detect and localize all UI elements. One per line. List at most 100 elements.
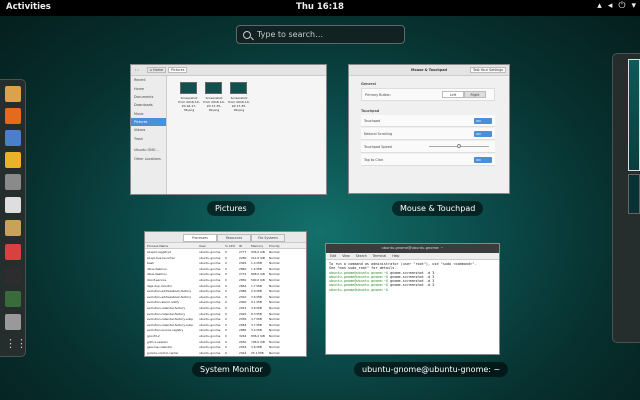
table-cell: Normal [269,250,280,254]
table-cell: 3.6 MiB [251,294,262,299]
files-path-label[interactable]: Pictures [168,67,188,73]
sidebar-item[interactable]: Music [131,110,166,118]
table-cell: ubuntu-gnome [199,334,221,338]
file-thumbnail[interactable] [180,82,197,94]
workspace-1[interactable] [628,59,640,171]
table-cell: ubuntu-gnome [199,350,221,355]
table-cell: 2885 [239,328,247,333]
touchpad-heading: Touchpad [361,109,380,113]
table-cell: ubuntu-gnome [199,300,221,305]
sysmon-tabs: Processes Resources File Systems [183,234,285,242]
table-cell: evolution-calendar-factory [147,306,186,310]
table-cell: dconf-service [147,278,167,282]
show-apps-icon[interactable]: ⋮⋮ [5,337,27,353]
software-icon[interactable] [5,220,21,236]
table-cell: 2.9 MiB [251,289,262,294]
table-cell: ubuntu-gnome [199,272,221,277]
terminal-window[interactable]: ubuntu-gnome@ubuntu-gnome: ~ Edit View Sea… [325,243,500,355]
sidebar-item[interactable]: Pictures [131,117,166,127]
sidebar-item[interactable]: Trash [131,135,166,143]
search-input[interactable]: Type to search… [236,25,405,44]
setting-label: Natural Scrolling [364,131,393,136]
sidebar-item[interactable]: Recent [131,76,166,84]
primary-left-button[interactable]: Left [442,91,464,98]
primary-right-button[interactable]: Right [464,91,486,98]
sysmon-columns: Process Name User % CPU ID Memory Priority [145,243,306,249]
sidebar-item[interactable]: Other Locations [131,154,166,162]
file-thumbnail[interactable] [205,82,222,94]
tweak-tool-icon[interactable] [5,314,21,330]
menu-item[interactable]: Edit [330,254,336,258]
table-cell: gconfd-2 [147,334,160,338]
files-path-home[interactable]: ⌂ Home [146,67,167,73]
table-cell: ubuntu-gnome [199,322,221,327]
table-row[interactable]: gnome-control-center ubuntu-gnome 0 2924 25.… [145,350,306,356]
slider-knob[interactable] [457,144,461,148]
column-header[interactable]: ID [239,244,242,248]
column-header[interactable]: User [199,244,206,248]
test-settings-button[interactable]: Test Your Settings [470,67,506,73]
table-cell: ubuntu-gnome [199,294,221,299]
writer-icon[interactable] [5,197,21,213]
table-cell: 3.6 MiB [251,345,262,350]
touchpad-setting-row: Touchpad ON [361,115,495,127]
menu-item[interactable]: Search [356,254,367,258]
table-cell: 796.0 KiB [251,339,265,344]
sidebar-item[interactable]: Documents [131,93,166,101]
user-icon[interactable] [5,86,21,102]
table-cell: ubuntu-gnome [199,266,221,271]
tab-processes[interactable]: Processes [183,234,217,242]
mouse-window-caption: Mouse & Touchpad [392,201,484,216]
system-monitor-icon[interactable] [5,291,21,307]
toggle-switch[interactable]: ON [474,130,492,137]
system-monitor-window[interactable]: Processes Resources File Systems Process N… [144,231,307,357]
file-label: Screenshot from 2016-10-20 16-17-36.png [178,96,200,112]
rhythmbox-icon[interactable] [5,152,21,168]
column-header[interactable]: Priority [269,244,280,248]
files-window[interactable]: ‹ › ⌂ Home Pictures Recent Home Documents D… [130,64,327,195]
firefox-icon[interactable] [5,108,21,124]
tab-resources[interactable]: Resources [217,234,251,242]
workspace-switcher [612,53,640,343]
column-header[interactable]: Memory [251,244,263,248]
table-cell: Normal [269,350,280,355]
toggle-switch[interactable]: ON [474,117,492,124]
back-icon[interactable]: ‹ › [135,68,139,72]
thunderbird-icon[interactable] [5,130,21,146]
sidebar-item[interactable]: Videos [131,126,166,134]
table-cell: 1.7 MiB [251,283,262,288]
sidebar-item[interactable]: Downloads [131,101,166,109]
file-thumbnail[interactable] [230,82,247,94]
clock[interactable]: Thu 16:18 [0,2,640,12]
column-header[interactable]: % CPU [225,244,235,248]
menu-item[interactable]: View [342,254,350,258]
table-cell: Normal [269,300,280,305]
files-icon[interactable] [5,174,21,190]
table-cell: 0 [225,334,227,338]
terminal-body[interactable]: To run a command as administrator (user … [326,260,499,354]
table-cell: 2650 [239,339,247,344]
menu-item[interactable]: Terminal [373,254,386,258]
table-cell: 836.0 KiB [251,334,265,338]
column-header[interactable]: Process Name [147,244,168,248]
table-cell: 0 [225,311,227,316]
setting-label: Tap to Click [364,157,384,162]
table-cell: Normal [269,322,280,327]
table-cell: Normal [269,283,280,288]
sidebar-item[interactable]: Ubuntu GNO… [131,146,166,154]
toggle-switch[interactable]: ON [474,156,492,163]
workspace-2[interactable] [628,174,640,214]
mouse-touchpad-window[interactable]: Mouse & Touchpad Test Your Settings Gene… [348,64,510,194]
tab-file-systems[interactable]: File Systems [251,234,285,242]
files-window-caption: Pictures [207,201,255,216]
system-tray[interactable]: ▴ ◂ ⏻ ▾ [597,1,636,11]
sidebar-item[interactable]: Home [131,84,166,92]
table-cell: 2774 [239,272,247,277]
menu-item[interactable]: Help [392,254,399,258]
table-cell: ubuntu-gnome [199,317,221,322]
table-cell: geoclue-calendar [147,345,172,350]
table-cell: 0 [225,266,227,271]
terminal-icon[interactable] [5,268,21,284]
help-icon[interactable] [5,244,21,260]
touchpad-speed-slider[interactable] [429,144,489,148]
